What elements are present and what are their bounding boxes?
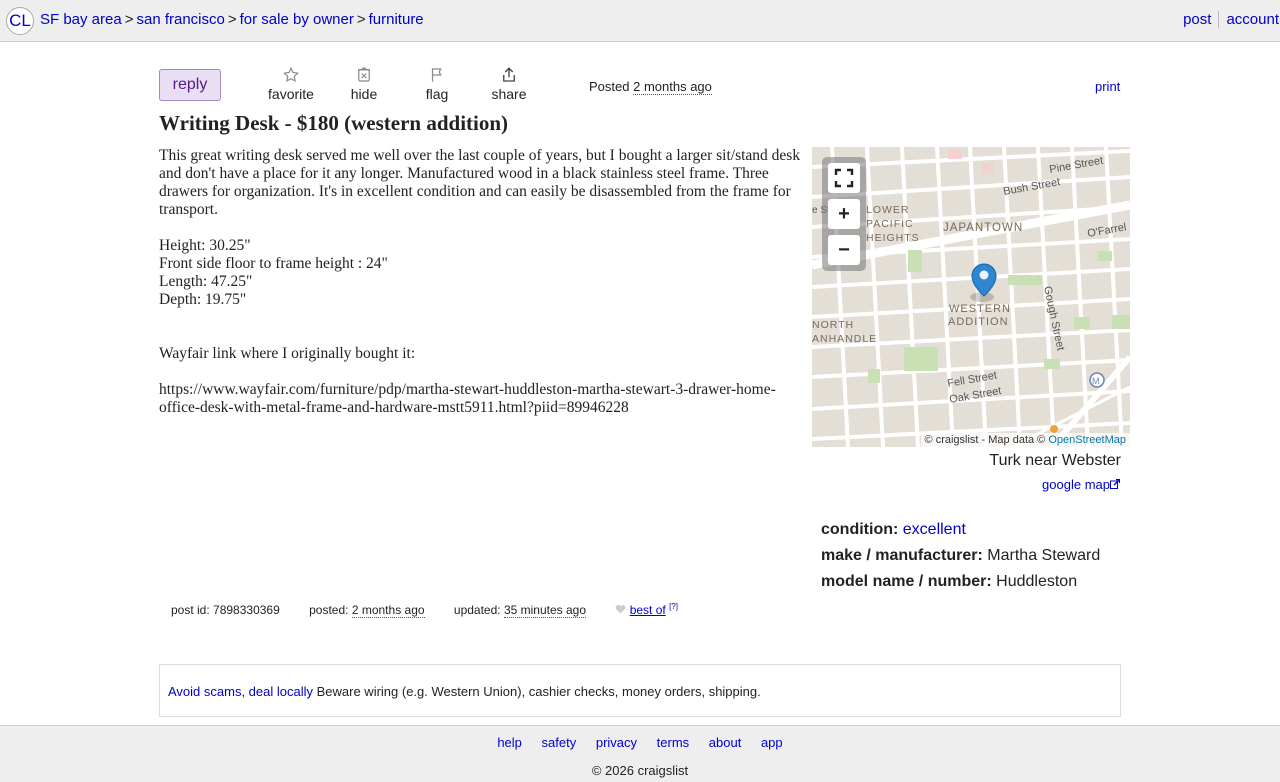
breadcrumb: SF bay area > san francisco > for sale by ow… (40, 11, 424, 28)
map-label-north: NORTH (812, 319, 854, 331)
fullscreen-icon (834, 168, 854, 188)
posted-info: posted: 2 months ago (309, 603, 425, 618)
breadcrumb-sf-bay-area[interactable]: SF bay area (40, 11, 122, 28)
scam-notice-text: Beware wiring (e.g. Western Union), cash… (313, 684, 761, 699)
listing-attributes: condition: excellent make / manufacturer… (821, 517, 1100, 595)
breadcrumb-furniture[interactable]: furniture (369, 11, 424, 28)
attr-model-value: Huddleston (996, 573, 1078, 590)
map-label-pacific: PACIFIC (866, 218, 914, 230)
heart-icon (615, 604, 626, 614)
posted-prefix: Posted (589, 79, 630, 94)
post-link[interactable]: post (1183, 11, 1220, 28)
share-button[interactable]: share (488, 66, 530, 102)
dimension-depth: Depth: 19.75" (159, 291, 247, 308)
map-controls: + − (822, 157, 866, 271)
map-label-japantown: JAPANTOWN (943, 222, 1023, 234)
map-label-addition: ADDITION (948, 316, 1009, 328)
post-info: post id: 7898330369 posted: 2 months ago… (171, 602, 678, 618)
attr-key: condition: (821, 521, 899, 538)
post-id: post id: 7898330369 (171, 603, 280, 617)
footer-help-link[interactable]: help (497, 735, 522, 750)
posted-date: Posted 2 months ago (589, 79, 712, 95)
attr-make: make / manufacturer: Martha Steward (821, 543, 1100, 569)
dimension-height: Height: 30.25" (159, 237, 251, 254)
share-icon (488, 66, 530, 86)
google-map-link[interactable]: google map (1042, 477, 1121, 492)
print-link[interactable]: print (1095, 79, 1120, 94)
footer-safety-link[interactable]: safety (542, 735, 577, 750)
breadcrumb-separator: > (356, 11, 366, 28)
attr-condition-value[interactable]: excellent (903, 521, 966, 538)
header-links: post account (1183, 11, 1280, 28)
map-label-lower: LOWER (866, 204, 910, 216)
share-label: share (491, 86, 527, 102)
posted-time: 2 months ago (633, 79, 712, 95)
breadcrumb-san-francisco[interactable]: san francisco (136, 11, 224, 28)
breadcrumb-separator: > (227, 11, 237, 28)
updated-info: updated: 35 minutes ago (453, 603, 587, 618)
reply-button[interactable]: reply (159, 69, 221, 101)
attr-key: make / manufacturer: (821, 547, 983, 564)
breadcrumb-for-sale-by-owner[interactable]: for sale by owner (240, 11, 354, 28)
zoom-in-button[interactable]: + (828, 199, 860, 229)
attr-condition: condition: excellent (821, 517, 1100, 543)
flag-label: flag (425, 86, 449, 102)
posted-info-time: 2 months ago (351, 603, 425, 618)
craigslist-logo[interactable]: CL (6, 7, 34, 35)
star-icon (264, 66, 318, 86)
footer-about-link[interactable]: about (709, 735, 742, 750)
listing-title: Writing Desk - $180 (western addition) (159, 111, 509, 135)
scam-notice: Avoid scams, deal locally Beware wiring … (159, 664, 1121, 717)
posted-info-label: posted: (309, 603, 349, 617)
hide-button[interactable]: hide (344, 66, 384, 102)
flag-button[interactable]: flag (417, 66, 457, 102)
best-of: best of [?] (615, 602, 678, 617)
footer-privacy-link[interactable]: privacy (596, 735, 637, 750)
account-link[interactable]: account (1219, 11, 1280, 28)
map[interactable]: Pine Street Bush Street O'Farrel JAPANTO… (812, 147, 1130, 447)
best-of-help-link[interactable]: [?] (669, 602, 678, 611)
top-bar: CL SF bay area > san francisco > for sale by… (0, 0, 1280, 42)
zoom-out-button[interactable]: − (828, 235, 860, 265)
google-map-label: google map (1042, 477, 1110, 492)
hide-label: hide (350, 86, 378, 102)
wayfair-link: https://www.wayfair.com/furniture/pdp/ma… (159, 381, 776, 416)
favorite-button[interactable]: favorite (264, 66, 318, 102)
breadcrumb-separator: > (124, 11, 134, 28)
updated-info-time: 35 minutes ago (503, 603, 587, 618)
avoid-scams-link[interactable]: Avoid scams, deal locally (168, 684, 313, 699)
flag-icon (417, 66, 457, 86)
map-attribution: © craigslist - Map data © OpenStreetMap (920, 433, 1130, 447)
footer-app-link[interactable]: app (761, 735, 783, 750)
map-attribution-text: © craigslist - Map data © (924, 434, 1046, 446)
attr-key: model name / number: (821, 573, 992, 590)
listing-body: This great writing desk served me well o… (159, 147, 804, 417)
footer-terms-link[interactable]: terms (657, 735, 690, 750)
updated-info-label: updated: (453, 603, 501, 617)
attr-make-value: Martha Steward (987, 547, 1101, 564)
dimension-length: Length: 47.25" (159, 273, 253, 290)
dimension-frame-height: Front side floor to frame height : 24" (159, 255, 388, 272)
listing-description: This great writing desk served me well o… (159, 147, 801, 218)
fullscreen-button[interactable] (828, 163, 860, 193)
favorite-label: favorite (268, 86, 314, 102)
best-of-link[interactable]: best of (630, 603, 666, 617)
map-label-western: WESTERN (949, 303, 1011, 315)
map-label-heights: HEIGHTS (866, 232, 920, 244)
hide-icon (344, 66, 384, 86)
map-location: Turk near Webster (989, 452, 1121, 469)
external-link-icon (1110, 478, 1121, 489)
openstreetmap-link[interactable]: OpenStreetMap (1048, 434, 1126, 446)
footer: help safety privacy terms about app © 20… (0, 725, 1280, 782)
copyright: © 2026 craigslist (591, 763, 689, 778)
attr-model: model name / number: Huddleston (821, 569, 1100, 595)
link-intro: Wayfair link where I originally bought i… (159, 345, 416, 362)
footer-links: help safety privacy terms about app (0, 735, 1280, 750)
map-label-panhandle: ANHANDLE (812, 333, 877, 345)
metro-icon: M (1092, 376, 1100, 386)
